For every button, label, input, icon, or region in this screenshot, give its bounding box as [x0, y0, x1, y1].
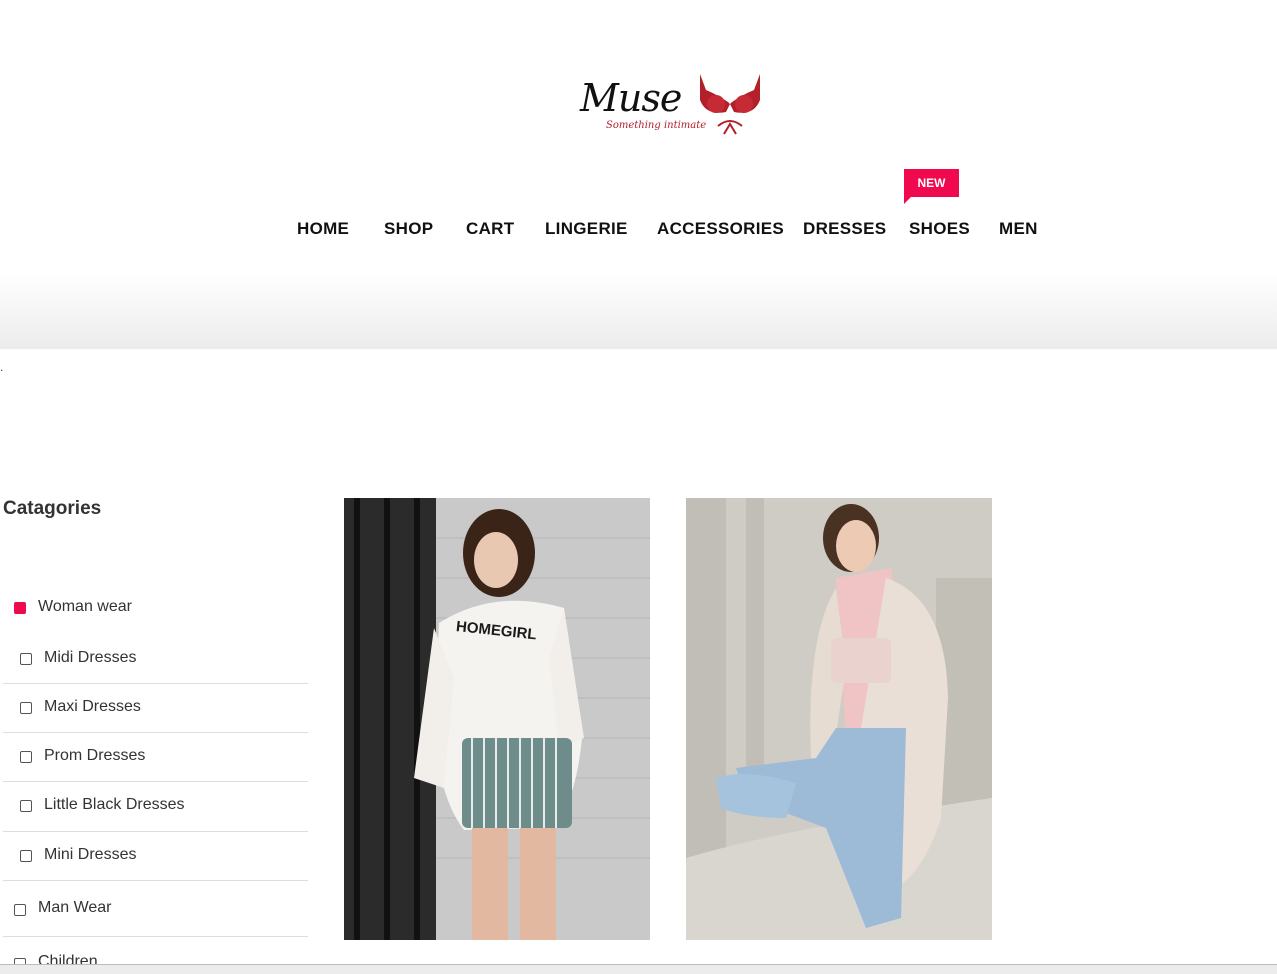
nav-cart[interactable]: CART: [466, 212, 514, 246]
category-item-prom-dresses[interactable]: Prom Dresses: [3, 747, 308, 782]
new-badge-tail: [904, 196, 912, 204]
nav-shop[interactable]: SHOP: [384, 212, 433, 246]
category-label: Man Wear: [38, 899, 112, 916]
category-item-children[interactable]: Children: [3, 953, 308, 964]
category-label: Maxi Dresses: [44, 698, 141, 715]
category-checkbox[interactable]: [14, 602, 26, 614]
category-item-woman-wear[interactable]: Woman wear: [3, 598, 308, 622]
category-checkbox[interactable]: [20, 702, 32, 714]
divider: [3, 781, 308, 782]
stray-text: .: [0, 360, 4, 374]
nav-home[interactable]: HOME: [297, 212, 349, 246]
product-photo-homegirl: HOMEGIRL: [344, 498, 650, 940]
category-item-man-wear[interactable]: Man Wear: [3, 899, 308, 937]
category-checkbox[interactable]: [20, 850, 32, 862]
category-checkbox[interactable]: [20, 653, 32, 665]
product-image-2[interactable]: [686, 498, 992, 940]
nav-lingerie[interactable]: LINGERIE: [545, 212, 628, 246]
product-image-1[interactable]: HOMEGIRL: [344, 498, 650, 940]
category-item-maxi-dresses[interactable]: Maxi Dresses: [3, 698, 308, 733]
divider: [3, 732, 308, 733]
nav-accessories[interactable]: ACCESSORIES: [657, 212, 784, 246]
brand-tagline: Something intimate: [606, 120, 707, 131]
category-item-little-black-dresses[interactable]: Little Black Dresses: [3, 796, 308, 832]
category-item-midi-dresses[interactable]: Midi Dresses: [3, 649, 308, 684]
category-checkbox[interactable]: [14, 904, 26, 916]
new-badge: NEW: [904, 169, 959, 197]
nav-men[interactable]: MEN: [999, 212, 1038, 246]
divider: [3, 936, 308, 937]
brand-name: Muse: [580, 76, 682, 120]
brand-logo[interactable]: Muse Something intimate: [578, 70, 768, 142]
category-label: Woman wear: [38, 598, 132, 615]
category-label: Little Black Dresses: [44, 796, 185, 813]
nav-dresses[interactable]: DRESSES: [803, 212, 886, 246]
category-label: Prom Dresses: [44, 747, 146, 764]
category-checkbox[interactable]: [20, 800, 32, 812]
product-photo-cardigan: [686, 498, 992, 940]
sidebar-title: Catagories: [3, 498, 102, 519]
main-nav: HOME SHOP CART LINGERIE ACCESSORIES DRES…: [0, 212, 1277, 246]
category-checkbox[interactable]: [20, 751, 32, 763]
site-header: Muse Something intimate NEW HOME SHOP CA…: [0, 0, 1277, 349]
divider: [3, 880, 308, 881]
category-label: Midi Dresses: [44, 649, 137, 666]
divider: [3, 683, 308, 684]
divider: [3, 831, 308, 832]
nav-shoes[interactable]: SHOES: [909, 212, 970, 246]
category-label: Mini Dresses: [44, 846, 137, 863]
category-label: Children: [38, 953, 98, 964]
category-item-mini-dresses[interactable]: Mini Dresses: [3, 846, 308, 881]
bra-logo-icon: [700, 74, 760, 135]
